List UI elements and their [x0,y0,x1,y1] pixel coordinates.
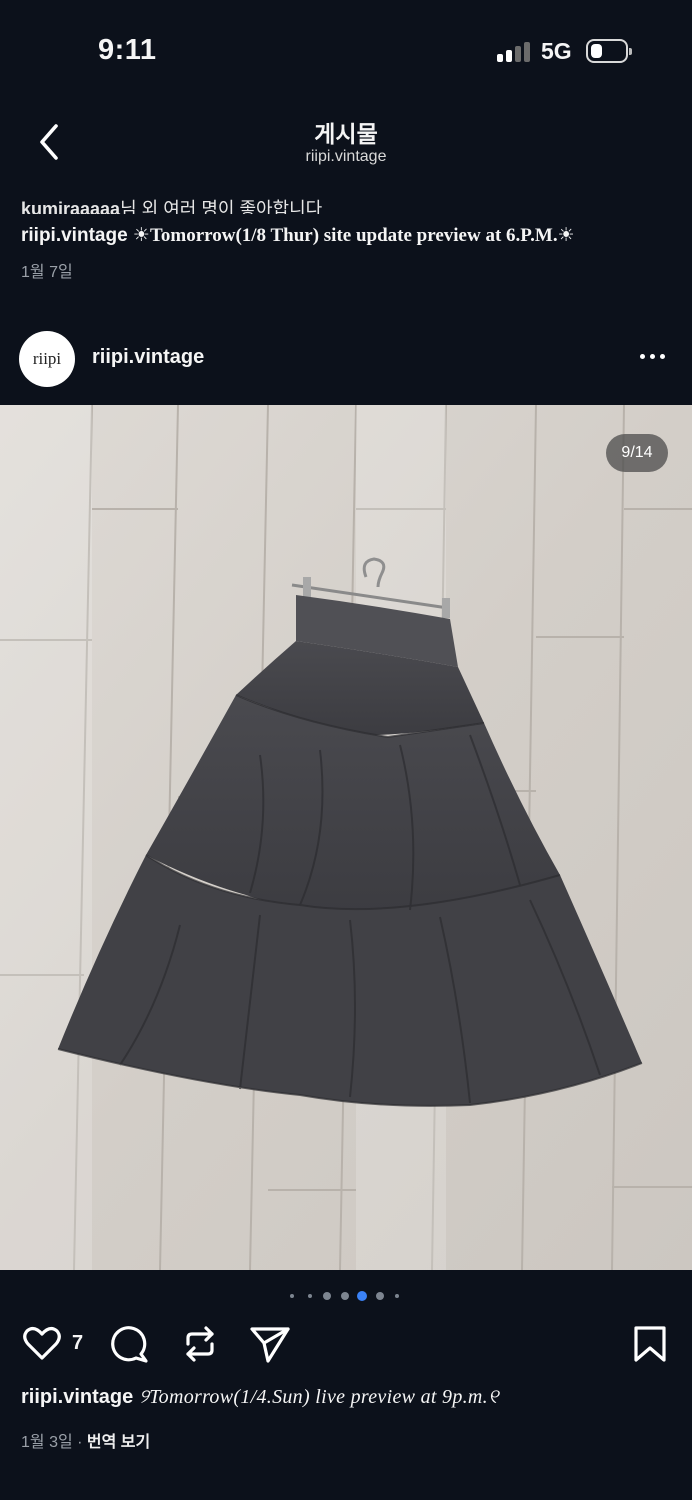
carousel-dot [395,1294,399,1298]
carousel-dot [340,1292,349,1300]
image-counter-badge: 9/14 [606,434,668,472]
carousel-indicator [288,1291,404,1301]
post-meta: 1월 3일 · 번역 보기 [21,1428,150,1452]
carousel-dot [290,1294,294,1298]
previous-post-caption: riipi.vintage ☀Tomorrow(1/8 Thur) site u… [21,224,575,247]
avatar[interactable]: riipi [19,331,75,387]
page-subtitle-account[interactable]: riipi.vintage [0,148,692,166]
repost-button[interactable] [180,1324,220,1364]
carousel-dot [375,1292,384,1300]
heart-icon [23,1327,61,1360]
liker-username[interactable]: kumiraaaaa [21,199,120,214]
cellular-signal-icon [497,40,531,62]
carousel-dot [307,1294,312,1298]
more-options-button[interactable] [638,354,668,362]
separator: · [77,1434,83,1451]
save-button[interactable] [632,1324,668,1364]
caption-username[interactable]: riipi.vintage [21,225,128,246]
post-username[interactable]: riipi.vintage [92,346,204,369]
previous-post-likes-line: kumiraaaaa님 외 여러 명이 좋아합니다 [0,183,692,214]
send-icon [250,1327,290,1363]
caption-text: ☀Tomorrow(1/8 Thur) site update preview … [132,225,575,246]
previous-post-date: 1월 7일 [21,264,73,281]
share-button[interactable] [248,1324,292,1364]
bookmark-icon [634,1326,666,1362]
battery-icon [586,39,632,63]
status-time: 9:11 [98,34,157,66]
caption-text: ୨Tomorrow(1/4.Sun) live preview at 9p.m.… [138,1386,499,1408]
like-button[interactable] [22,1324,62,1364]
post-image[interactable] [0,405,692,1270]
page-title: 게시물 [314,121,378,147]
comment-icon [111,1326,148,1363]
post-date: 1월 3일 [21,1434,73,1451]
skirt-photo [0,405,692,1270]
translate-link[interactable]: 번역 보기 [87,1434,150,1451]
likes-count[interactable]: 7 [72,1332,83,1355]
caption-username[interactable]: riipi.vintage [21,1386,133,1408]
network-type: 5G [541,38,572,64]
carousel-dot-active [357,1291,367,1301]
carousel-dot [323,1292,331,1300]
comment-button[interactable] [108,1324,150,1364]
post-caption: riipi.vintage ୨Tomorrow(1/4.Sun) live pr… [21,1386,499,1409]
likes-text: 님 외 여러 명이 좋아합니다 [120,199,323,214]
repost-icon [186,1326,214,1362]
